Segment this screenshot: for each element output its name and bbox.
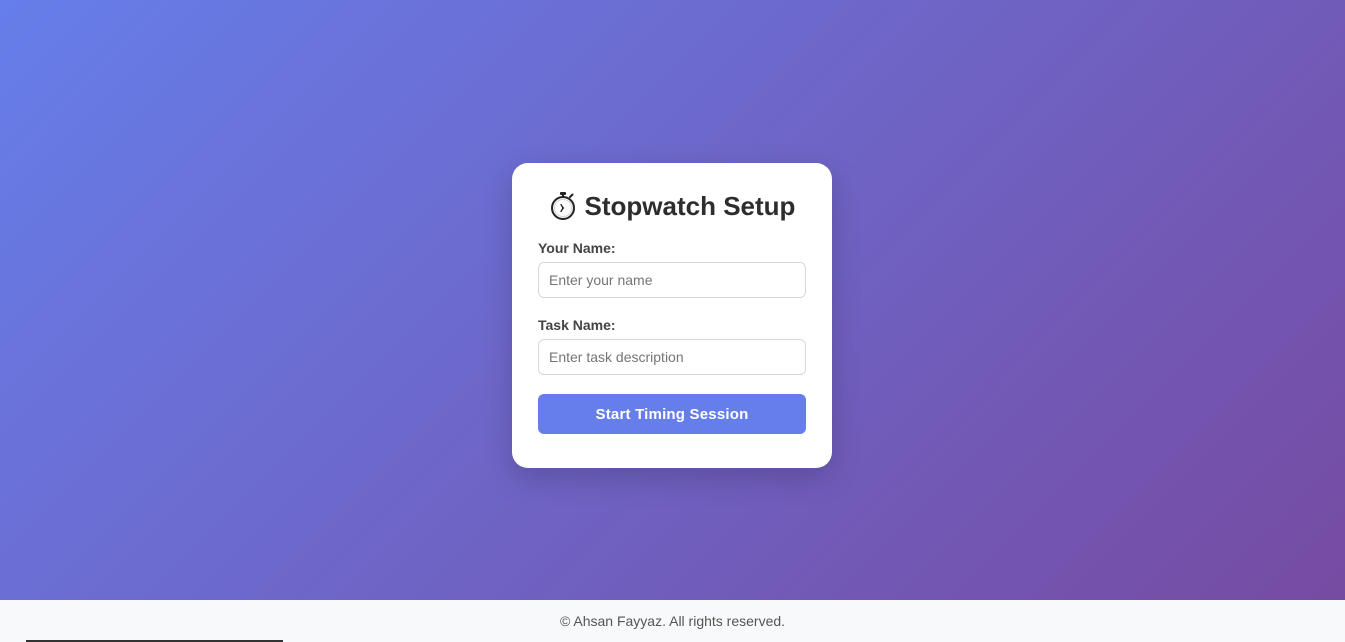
start-timing-button[interactable]: Start Timing Session [538, 394, 806, 434]
footer: © Ahsan Fayyaz. All rights reserved. [0, 600, 1345, 642]
name-label: Your Name: [538, 240, 616, 256]
stopwatch-icon [549, 191, 577, 221]
footer-copyright: © Ahsan Fayyaz. All rights reserved. [559, 613, 786, 629]
task-input[interactable] [538, 339, 806, 375]
name-input[interactable] [538, 262, 806, 298]
task-group: Task Name: [538, 317, 806, 375]
setup-card: Stopwatch Setup Your Name: Task Name: St… [512, 163, 832, 468]
name-group: Your Name: [538, 240, 806, 298]
title-row: Stopwatch Setup [538, 189, 806, 223]
page-title: Stopwatch Setup [584, 190, 796, 221]
task-label: Task Name: [538, 317, 616, 333]
